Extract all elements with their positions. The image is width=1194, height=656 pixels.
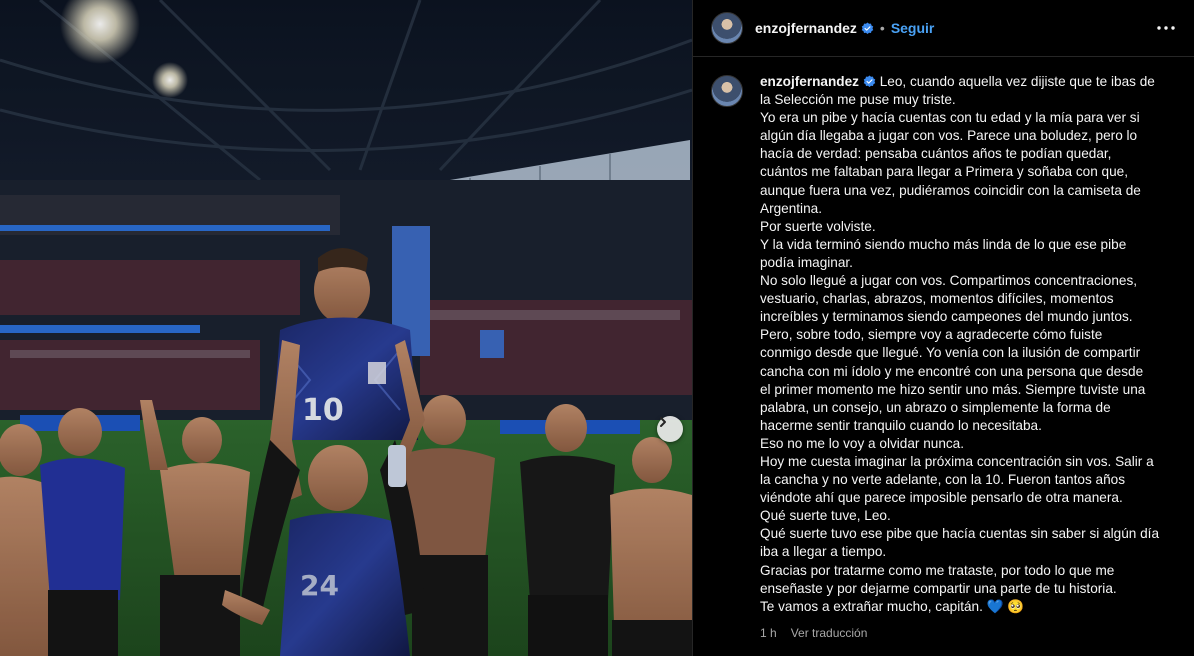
caption-avatar[interactable] — [711, 75, 743, 107]
caption-text-line: Qué suerte tuve, Leo. — [760, 508, 891, 524]
caption-text-line: Y la vida terminó siendo mucho más linda… — [760, 236, 1127, 252]
verified-badge-icon — [861, 22, 874, 35]
post-caption-area: enzojfernandez Leo, cuando aquella vez d… — [693, 57, 1194, 656]
caption-text-line: Te vamos a extrañar mucho, capitán. 💙 🥺 — [760, 598, 1025, 614]
stadium-celebration-image: 24 10 — [0, 0, 692, 656]
post-caption: enzojfernandez Leo, cuando aquella vez d… — [760, 73, 1170, 616]
post-meta: 1 h Ver traducción — [760, 626, 1170, 640]
caption-wrapper: enzojfernandez Leo, cuando aquella vez d… — [760, 73, 1170, 656]
caption-text-line: No solo llegué a jugar con vos. Comparti… — [760, 273, 1138, 289]
caption-text-line: Pero, sobre todo, siempre voy a agradece… — [760, 327, 1103, 343]
caption-text-line: Leo, cuando aquella vez dijiste que te i… — [879, 74, 1155, 89]
caption-text-line: hacerme sentir tranquilo cuando lo neces… — [760, 417, 1042, 433]
caption-text-line: cuántos me faltaban para llegar a Primer… — [760, 164, 1129, 180]
caption-text-line: la cancha y no verte adelante, con la 10… — [760, 472, 1126, 488]
caption-text-line: cancha con mi ídolo y me encontré con un… — [760, 363, 1144, 379]
caption-text-line: Hoy me cuesta imaginar la próxima concen… — [760, 453, 1154, 469]
chevron-right-icon — [660, 417, 666, 427]
post-timestamp: 1 h — [760, 625, 777, 640]
caption-text-line: Qué suerte tuvo ese pibe que hacía cuent… — [760, 526, 1160, 542]
caption-username[interactable]: enzojfernandez — [760, 74, 859, 89]
caption-text-line: Por suerte volviste. — [760, 218, 876, 234]
caption-text-line: enseñaste y por dejarme compartir una pa… — [760, 580, 1117, 596]
avatar[interactable] — [711, 12, 743, 44]
see-translation-link[interactable]: Ver traducción — [791, 626, 868, 640]
more-options-button[interactable] — [1154, 16, 1178, 40]
caption-text-line: palabra, un consejo, un abrazo o simplem… — [760, 399, 1111, 415]
more-options-icon — [1157, 26, 1175, 30]
caption-text-line: la Selección me puse muy triste. — [760, 92, 956, 108]
post-side-panel: enzojfernandez • Seguir enzojfernandez L… — [692, 0, 1194, 656]
caption-text-line: iba a llegar a tiempo. — [760, 544, 887, 560]
follow-button[interactable]: Seguir — [891, 20, 935, 36]
caption-line-first: enzojfernandez Leo, cuando aquella vez d… — [760, 73, 1170, 91]
caption-text-line: podía imaginar. — [760, 254, 853, 270]
caption-text-line: Eso no me lo voy a olvidar nunca. — [760, 435, 965, 451]
caption-text-line: Gracias por tratarme como me trataste, p… — [760, 562, 1115, 578]
post-header: enzojfernandez • Seguir — [693, 0, 1194, 57]
caption-text-line: viéndote ahí que parece imposible pensar… — [760, 490, 1123, 506]
post-username[interactable]: enzojfernandez — [755, 20, 857, 36]
caption-text-line: increíbles y terminamos siendo campeones… — [760, 309, 1133, 325]
post-photo[interactable]: 24 10 — [0, 0, 692, 656]
instagram-post-modal: 24 10 enzojfernandez • Seguir enzojferna… — [0, 0, 1194, 656]
caption-text-line: el primer momento me hizo sentir uno más… — [760, 381, 1146, 397]
caption-text-line: Yo era un pibe y hacía cuentas con tu ed… — [760, 110, 1140, 126]
caption-text-line: aunque fuera una vez, pudiéramos coincid… — [760, 182, 1141, 198]
caption-text-line: algún día llegaba a jugar con vos. Parec… — [760, 128, 1138, 144]
caption-text-line: hacía de verdad: pensaba cuántos años te… — [760, 146, 1112, 162]
next-photo-button[interactable] — [657, 416, 683, 442]
caption-text-line: Argentina. — [760, 200, 822, 216]
caption-text-line: vestuario, charlas, abrazos, momentos di… — [760, 291, 1114, 307]
caption-text-line: conmigo desde que llegué. Yo venía con l… — [760, 345, 1141, 361]
separator-dot: • — [879, 20, 885, 36]
verified-badge-icon — [863, 75, 876, 88]
